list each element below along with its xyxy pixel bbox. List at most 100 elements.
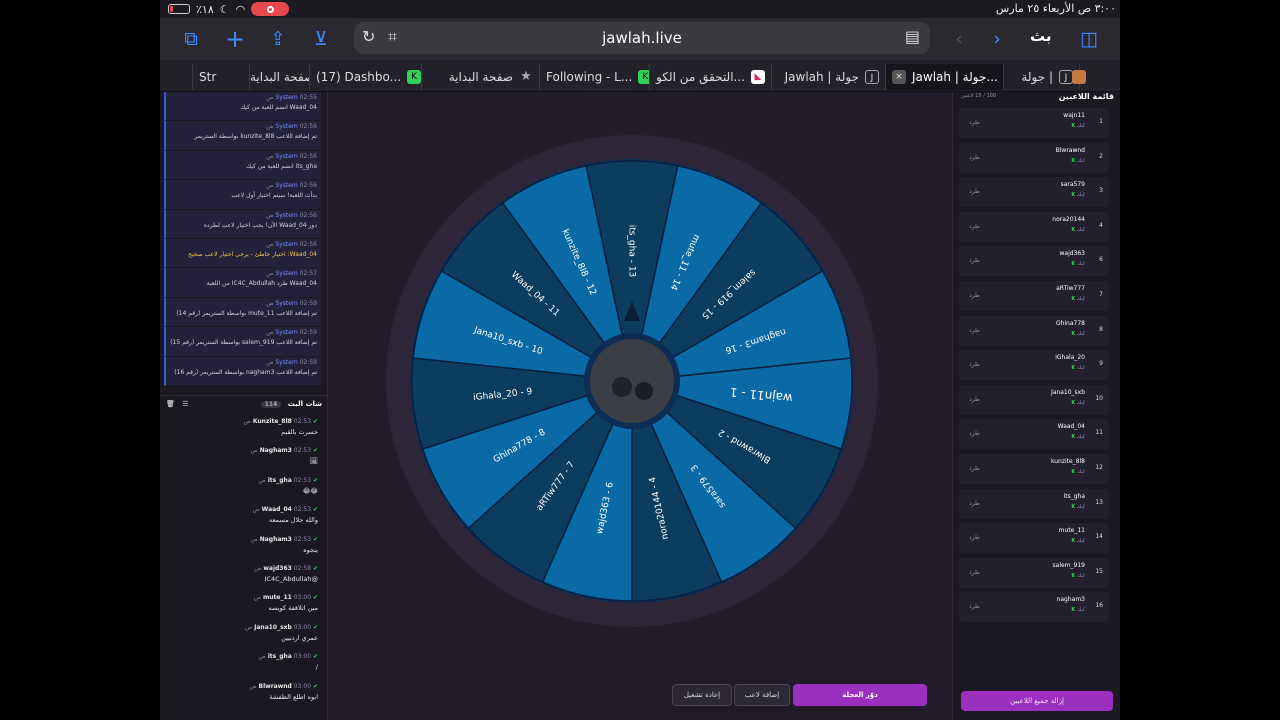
system-message-meta: System 02:59 ص: [170, 359, 317, 366]
tabs-overview-icon[interactable]: ⧉: [178, 26, 204, 52]
chat-username[interactable]: wajd363: [263, 565, 291, 572]
system-sender: System: [275, 270, 298, 278]
add-player-button[interactable]: إضافة لاعب: [734, 684, 790, 706]
clear-players-button[interactable]: إزالة جميع اللاعبين: [961, 691, 1113, 711]
spin-button[interactable]: دوّر العجلة: [793, 684, 927, 706]
kick-player-button[interactable]: طرد: [969, 119, 980, 126]
player-name: wajd363: [1059, 250, 1085, 258]
kick-player-button[interactable]: طرد: [969, 430, 980, 437]
player-source-label: كيك: [1076, 330, 1085, 337]
player-source: كيك K: [1071, 365, 1085, 371]
player-name: iGhala_20: [1055, 354, 1085, 362]
player-number: 4: [1099, 221, 1103, 229]
player-name: nora20144: [1052, 215, 1085, 223]
kick-player-button[interactable]: طرد: [969, 361, 980, 368]
players-count: 100 / 15 لاعبين: [961, 93, 997, 99]
chat-username[interactable]: its_gha: [268, 477, 292, 484]
kick-player-button[interactable]: طرد: [969, 154, 980, 161]
player-source-label: كيك: [1076, 572, 1085, 579]
system-text: بدأت اللعبة! سيتم اختيار أول لاعب: [231, 192, 317, 200]
kick-player-button[interactable]: طرد: [969, 257, 980, 264]
kick-player-button[interactable]: طرد: [969, 500, 980, 507]
player-number: 1: [1099, 118, 1103, 125]
broadcast-label[interactable]: بث: [1030, 27, 1052, 45]
kick-player-button[interactable]: طرد: [969, 603, 980, 610]
chat-text: عمري اردنيين: [281, 633, 318, 642]
kick-player-button[interactable]: طرد: [969, 534, 980, 541]
system-messages: System 02:55 ص Waad_04 انضم للعبة من كيك S…: [160, 92, 327, 386]
chat-username[interactable]: its_gha: [268, 653, 292, 660]
kick-player-button[interactable]: طرد: [969, 396, 980, 403]
chat-meta: ✔ its_gha 02:53 ص: [164, 477, 318, 484]
chat-meta: ✔ Waad_04 02:53 ص: [164, 506, 319, 513]
kick-player-button[interactable]: طرد: [969, 188, 980, 195]
address-bar[interactable]: ↻ ⌗ jawlah.live ▤: [354, 22, 930, 54]
chat-meta: ✔ wajd363 02:58 ص: [164, 565, 318, 572]
player-source-label: كيك: [1076, 192, 1085, 199]
restart-button[interactable]: إعادة تشغيل: [672, 684, 732, 706]
status-bar: ٣:٠٠ ص الأربعاء ٢٥ مارس ٪١٨ ☾ ◠: [160, 0, 1120, 18]
tab-start-page-2[interactable]: صفحة البداية ★: [422, 64, 540, 90]
screen-record-icon[interactable]: [251, 2, 290, 16]
status-icons: ٪١٨ ☾ ◠: [168, 2, 290, 16]
player-name: Jana10_sxb: [1050, 388, 1085, 396]
chat-message: ✔ Waad_04 02:53 ص والله حلال مسمعه: [160, 506, 328, 535]
chat-username[interactable]: Kunzite_8l8: [253, 418, 292, 425]
kick-icon: K: [1071, 157, 1076, 164]
player-source-label: كيك: [1076, 157, 1085, 164]
player-number: 2: [1099, 152, 1103, 160]
player-number: 3: [1099, 187, 1103, 195]
tab-start-page-1[interactable]: صفحة البداية: [244, 64, 310, 90]
chat-username[interactable]: Nagham3: [260, 447, 292, 454]
chat-username[interactable]: Nagham3: [260, 536, 292, 543]
tab-jawlah-active[interactable]: × Jawlah | جولة...: [886, 64, 1004, 90]
spin-wheel[interactable]: wajn11 - 1Blwrawnd - 2sara579 - 3nora201…: [328, 92, 952, 720]
sidebar-icon[interactable]: ◫: [1076, 26, 1102, 52]
new-tab-icon[interactable]: +: [222, 26, 248, 52]
kick-badge-icon: ✔: [312, 476, 318, 484]
close-tab-icon[interactable]: ×: [892, 70, 906, 84]
tab-following[interactable]: Following - L... K: [540, 64, 650, 90]
player-source: كيك K: [1071, 434, 1085, 440]
kick-icon: K: [1071, 123, 1076, 129]
player-row: 7 aRTiw777 كيك K طرد: [959, 281, 1109, 311]
system-sender: System: [275, 94, 298, 101]
chat-message: ✔ mute_11 03:00 ص مين اتلاقفة كويسه: [160, 594, 328, 623]
share-icon[interactable]: ⇪: [265, 26, 291, 52]
kick-player-button[interactable]: طرد: [969, 327, 980, 334]
player-source: كيك K: [1071, 400, 1085, 406]
player-row: 13 its_gha كيك K طرد: [959, 488, 1109, 519]
kick-icon: K: [1071, 434, 1076, 441]
tab-verify[interactable]: التحقق من الكو... ◣: [650, 64, 772, 90]
chat-messages: ✔ Kunzite_8l8 02:53 ص خسرت بالقيم ✔ Nagham…: [160, 418, 328, 712]
download-icon[interactable]: ⊻: [308, 26, 334, 52]
tab-str[interactable]: Str: [192, 64, 250, 90]
tab-jawlah-1[interactable]: Jawlah | جولة J: [772, 64, 886, 90]
player-source: كيك K: [1071, 227, 1085, 233]
kick-player-button[interactable]: طرد: [969, 569, 980, 576]
kick-player-button[interactable]: طرد: [969, 292, 980, 299]
chat-username[interactable]: Blwrawnd: [259, 683, 292, 690]
status-date: ٣:٠٠ ص الأربعاء ٢٥ مارس: [995, 2, 1116, 15]
chat-meta: ✔ Nagham3 02:53 ص: [164, 447, 318, 454]
kick-player-button[interactable]: طرد: [969, 465, 980, 472]
chat-text: خسرت بالقيم: [281, 428, 318, 436]
chat-header-icons[interactable]: ☰ 🗑: [166, 400, 188, 408]
kick-badge-icon: ✔: [312, 564, 318, 572]
tab-profile[interactable]: [1066, 64, 1090, 90]
chat-text: ابوه اطلع الطفشة: [269, 692, 318, 701]
tab-dashboard[interactable]: (17) Dashbo... K: [310, 64, 422, 90]
forward-icon[interactable]: ›: [984, 26, 1010, 52]
system-message: System 02:56 ص بدأت اللعبة! سيتم اختيار أ…: [164, 180, 321, 210]
url-text: jawlah.live: [602, 29, 682, 47]
back-icon[interactable]: ‹: [946, 26, 972, 52]
chat-meta: ✔ Blwrawnd 03:00 ص: [164, 683, 318, 690]
chat-username[interactable]: Jana10_sxb: [254, 624, 292, 631]
player-number: 11: [1095, 429, 1103, 437]
chat-username[interactable]: mute_11: [263, 594, 292, 601]
reader-icon[interactable]: ▤: [905, 27, 920, 46]
chat-username[interactable]: Waad_04: [262, 506, 292, 513]
hub-figure-shape: [612, 377, 632, 397]
kick-player-button[interactable]: طرد: [969, 223, 980, 230]
player-row: 9 iGhala_20 كيك K طرد: [959, 350, 1109, 381]
